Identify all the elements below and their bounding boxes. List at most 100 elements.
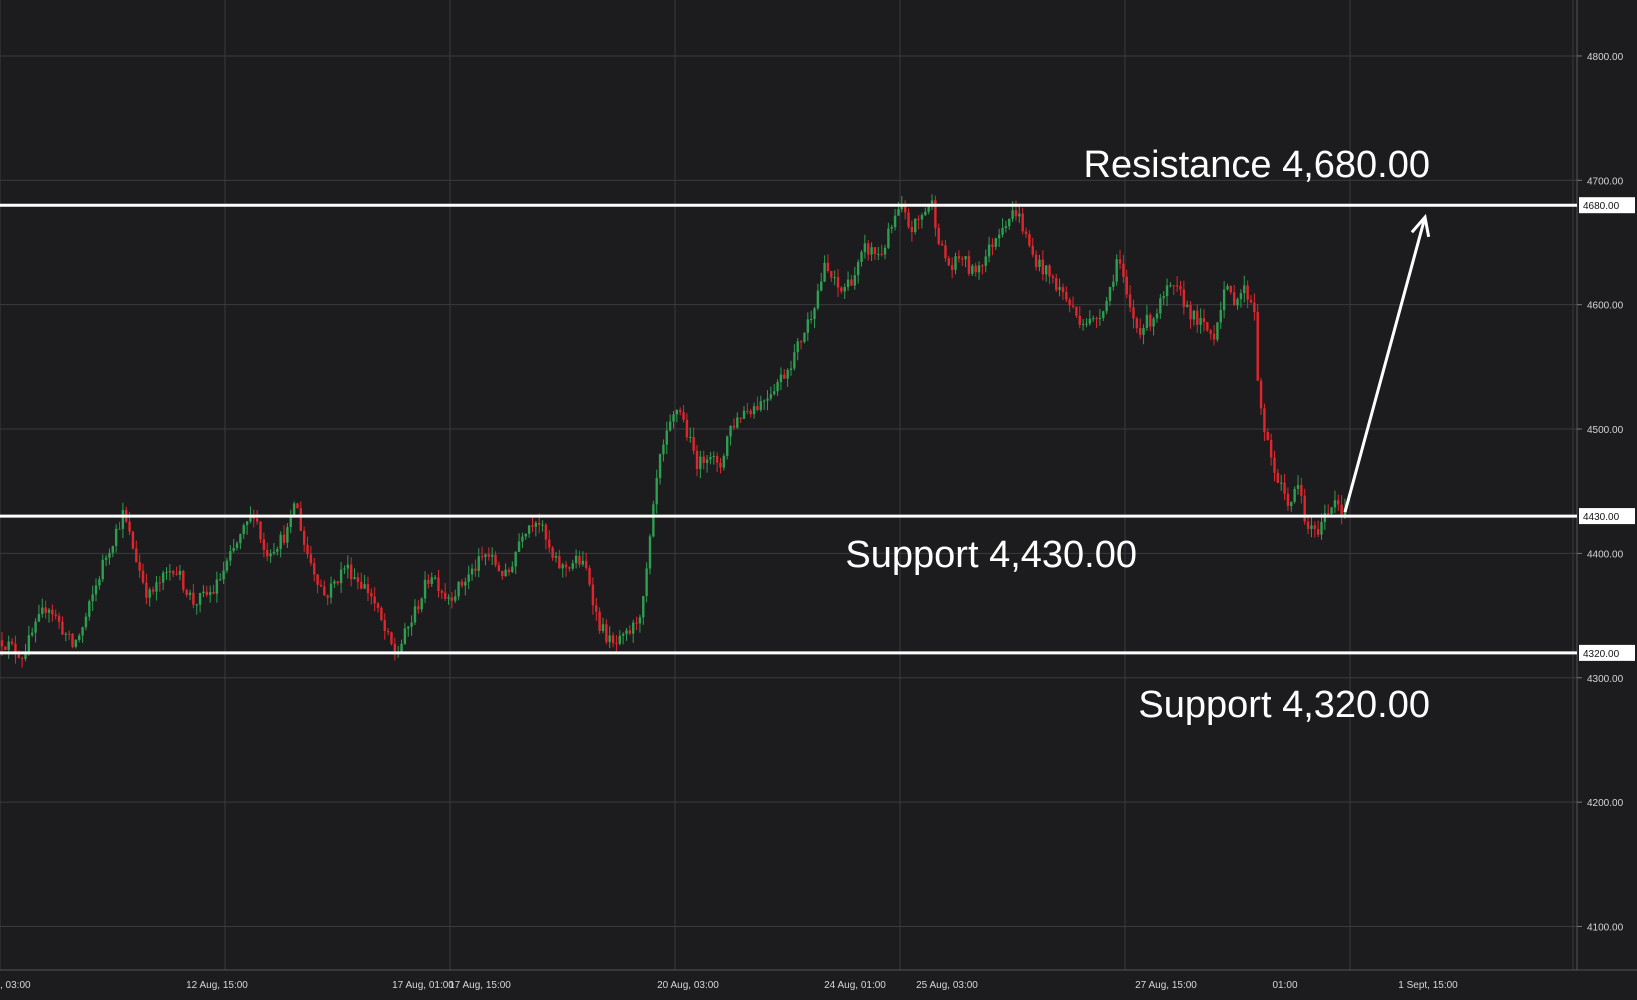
candle-up [155, 582, 158, 592]
candle-down [538, 522, 541, 525]
candle-down [474, 568, 477, 571]
candle-down [1212, 333, 1216, 340]
candle-down [967, 256, 971, 274]
candle-up [652, 504, 655, 537]
candle-down [568, 567, 571, 569]
candle-down [1118, 259, 1122, 264]
candle-up [447, 597, 450, 599]
level-tag-text: 4320.00 [1583, 649, 1620, 660]
price-tick-label: 4600.00 [1587, 301, 1624, 312]
candle-down [494, 554, 497, 566]
candle-up [229, 551, 232, 561]
candle-down [564, 564, 568, 568]
price-tick-label: 4400.00 [1587, 549, 1624, 560]
candle-up [1018, 213, 1021, 217]
candle-down [255, 518, 259, 522]
candle-up [27, 635, 31, 653]
candle-up [823, 262, 826, 282]
time-tick-label: 24 Aug, 01:00 [824, 980, 886, 991]
candle-down [1269, 439, 1273, 458]
candle-up [245, 521, 249, 526]
candle-up [632, 622, 635, 634]
candle-up [642, 596, 645, 618]
candle-up [662, 444, 665, 455]
candle-up [954, 256, 957, 270]
candle-up [64, 633, 67, 635]
candle-up [178, 570, 182, 575]
candle-down [588, 568, 591, 585]
candle-up [215, 579, 219, 594]
candle-up [1290, 501, 1293, 507]
candle-up [467, 574, 470, 582]
candle-down [1028, 234, 1031, 246]
candle-down [1061, 287, 1065, 293]
candle-up [490, 554, 494, 557]
candle-down [551, 547, 554, 558]
candle-up [1112, 281, 1115, 288]
candle-up [1088, 318, 1092, 324]
level-tag-text: 4680.00 [1583, 201, 1620, 212]
candle-up [1085, 323, 1088, 325]
candle-down [1182, 289, 1186, 308]
candle-down [1276, 472, 1280, 483]
candle-up [796, 341, 799, 353]
candle-up [1169, 285, 1172, 287]
candle-down [595, 605, 598, 612]
candle-up [114, 528, 118, 546]
chart-area: Resistance 4,680.00 Support 4,430.00 Suppo… [0, 0, 1637, 1000]
candle-up [457, 581, 460, 597]
candle-up [363, 584, 366, 589]
candle-down [306, 544, 309, 555]
candle-up [484, 554, 487, 557]
candle-down [1179, 286, 1182, 290]
candle-up [930, 200, 934, 205]
candle-up [853, 275, 857, 286]
candle-up [887, 228, 890, 248]
candle-down [349, 564, 353, 580]
candle-down [1128, 294, 1132, 308]
candle-down [1263, 408, 1266, 433]
candle-down [1229, 285, 1233, 293]
candle-down [1233, 292, 1236, 306]
candle-up [104, 557, 108, 560]
candle-up [776, 382, 779, 392]
candle-up [1145, 314, 1149, 328]
candle-down [732, 425, 736, 428]
candle-up [803, 332, 806, 342]
candle-up [121, 510, 125, 529]
candle-down [44, 607, 47, 613]
candle-up [195, 604, 198, 606]
candle-up [433, 577, 437, 579]
candle-down [1048, 265, 1051, 277]
candle-up [977, 265, 981, 273]
candle-down [628, 630, 632, 634]
candle-up [1199, 318, 1202, 325]
candle-up [987, 244, 991, 257]
candle-down [440, 590, 444, 593]
candle-down [1055, 277, 1058, 290]
candle-up [286, 527, 289, 543]
level-price-tag: 4680.00 [1579, 197, 1635, 214]
candle-down [205, 591, 209, 595]
candle-down [20, 658, 24, 660]
candle-up [198, 592, 202, 605]
candle-down [386, 630, 390, 633]
candle-up [329, 583, 333, 598]
candle-down [316, 574, 319, 585]
candle-down [1313, 525, 1316, 529]
candle-up [1222, 289, 1226, 311]
candle-down [799, 341, 803, 343]
time-tick-label: 20 Aug, 03:00 [657, 980, 719, 991]
candle-down [1303, 495, 1306, 522]
candle-down [1031, 245, 1034, 255]
candle-down [175, 573, 178, 575]
candle-up [353, 577, 356, 580]
candle-up [91, 594, 94, 602]
candle-down [151, 589, 155, 592]
candle-up [1320, 522, 1323, 535]
level-price-tag: 4430.00 [1579, 508, 1635, 525]
candle-down [1078, 315, 1081, 325]
candle-up [517, 541, 521, 552]
candle-up [1192, 310, 1196, 320]
candle-up [7, 641, 10, 650]
